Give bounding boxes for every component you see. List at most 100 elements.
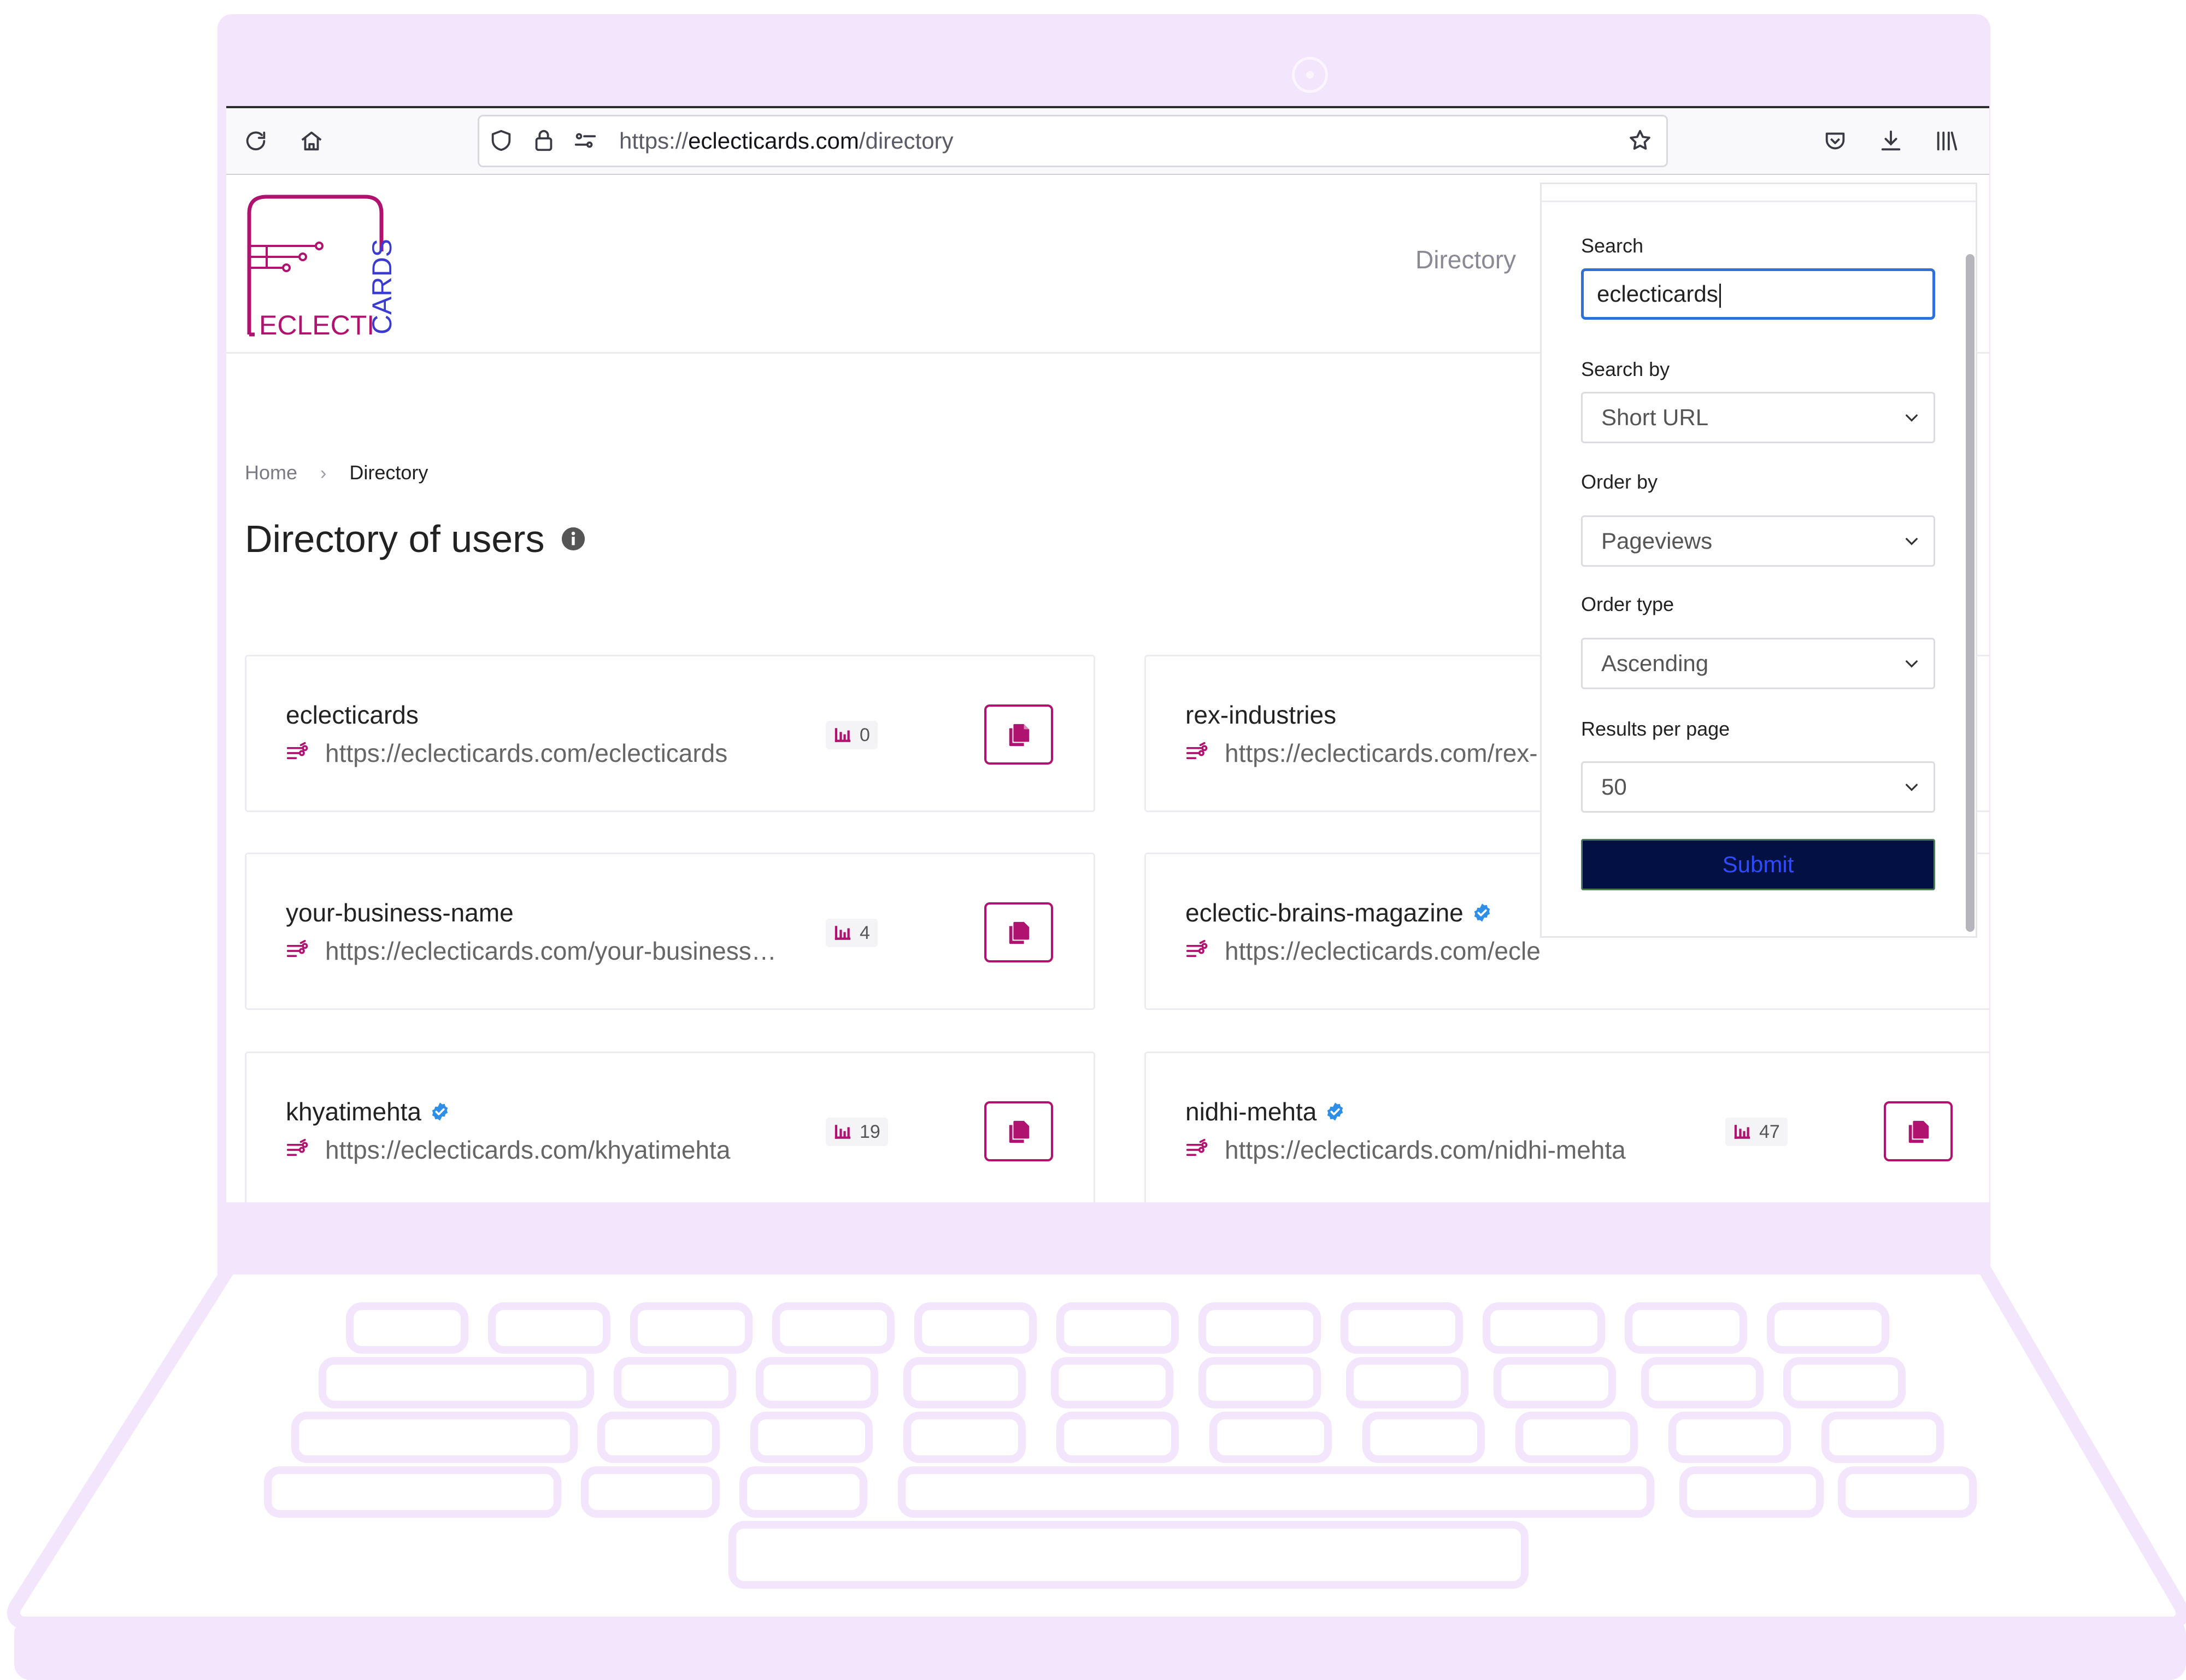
link-icon [1186,939,1208,957]
pageviews-badge: 4 [826,919,878,947]
panel-scrollbar[interactable] [1966,254,1975,932]
library-icon[interactable] [1930,125,1963,157]
chart-icon [835,926,851,940]
copy-icon [1009,1120,1030,1143]
permissions-icon[interactable] [569,124,602,157]
order-type-select[interactable]: Ascending [1581,638,1935,689]
search-by-label: Search by [1581,358,1670,380]
search-label: Search [1581,234,1644,257]
copy-button[interactable] [984,704,1053,765]
card-url-text: https://eclecticards.com/rex- [1225,739,1538,767]
order-by-value: Pageviews [1601,528,1713,554]
laptop-keyboard-base [7,1202,2186,1680]
search-input[interactable]: eclecticards [1581,268,1935,320]
bookmark-star-icon[interactable] [1624,124,1656,157]
copy-icon [1009,921,1030,944]
download-icon[interactable] [1874,125,1907,157]
card-username[interactable]: eclecticards [286,700,419,730]
card-username[interactable]: eclectic-brains-magazine [1185,898,1492,927]
chevron-right-icon: › [320,463,327,484]
copy-button[interactable] [984,902,1053,962]
logo-text-vertical: CARDS [367,239,397,334]
camera-icon [1292,57,1328,93]
breadcrumb: Home › Directory [245,461,428,484]
web-page: ECLECTI CARDS Directory Home › Directory… [226,175,1989,1213]
address-bar[interactable]: https://eclecticards.com/directory [478,115,1668,167]
card-url[interactable]: https://eclecticards.com/eclecticards [286,738,727,768]
copy-button[interactable] [984,1101,1053,1161]
pageviews-badge: 0 [826,721,878,749]
verified-badge-icon [432,1102,448,1121]
chart-icon [1734,1125,1750,1139]
order-by-label: Order by [1581,471,1658,493]
card-url[interactable]: https://eclecticards.com/khyatimehta [286,1135,730,1165]
chart-icon [835,728,851,742]
card-url[interactable]: https://eclecticards.com/nidhi-mehta [1185,1135,1626,1165]
submit-button[interactable]: Submit [1581,839,1935,890]
card-username[interactable]: khyatimehta [286,1097,450,1126]
pageviews-count: 0 [860,724,870,745]
card-url-text: https://eclecticards.com/nidhi-mehta [1225,1136,1626,1164]
card-url-text: https://eclecticards.com/eclecticards [325,739,728,767]
browser-window: https://eclecticards.com/directory ECLEC… [226,106,1989,1213]
order-by-select[interactable]: Pageviews [1581,515,1935,567]
search-by-value: Short URL [1601,404,1709,430]
verified-badge-icon [1474,903,1490,922]
link-icon [286,1138,308,1156]
link-icon [1186,742,1208,759]
card-username-text: eclecticards [286,701,419,729]
pageviews-count: 4 [860,922,870,943]
url-scheme: https:// [619,128,689,154]
chevron-down-icon [1906,660,1918,668]
order-type-value: Ascending [1601,650,1709,676]
card-username[interactable]: your-business-name [286,898,514,927]
user-card: nidhi-mehta https://eclecticards.com/nid… [1144,1052,1989,1209]
card-url[interactable]: https://eclecticards.com/rex- [1185,738,1538,768]
reload-icon[interactable] [239,125,272,157]
user-card: your-business-name https://eclecticards.… [245,853,1095,1010]
lock-icon[interactable] [527,124,560,157]
card-username-text: rex-industries [1185,701,1337,729]
page-title-text: Directory of users [245,518,545,560]
link-icon [286,742,308,759]
search-by-select[interactable]: Short URL [1581,392,1935,443]
results-per-page-label: Results per page [1581,718,1730,740]
link-icon [286,939,308,957]
user-card: eclecticards https://eclecticards.com/ec… [245,655,1095,812]
card-username[interactable]: rex-industries [1185,700,1336,730]
results-per-page-select[interactable]: 50 [1581,761,1935,813]
url-path: /directory [859,128,954,154]
pageviews-count: 19 [860,1121,880,1142]
card-url[interactable]: https://eclecticards.com/your-business… [286,936,777,966]
chevron-down-icon [1906,538,1918,545]
search-panel: Search eclecticards Search by Short URL … [1540,183,1977,938]
eclecticards-logo[interactable]: ECLECTI CARDS [245,191,398,340]
pageviews-badge: 19 [826,1118,888,1146]
nav-directory-link[interactable]: Directory [1415,245,1516,274]
pageviews-badge: 47 [1725,1118,1788,1146]
url-text[interactable]: https://eclecticards.com/directory [619,116,954,166]
card-username[interactable]: nidhi-mehta [1185,1097,1345,1126]
pageviews-count: 47 [1759,1121,1780,1142]
panel-divider [1542,201,1976,202]
link-icon [1186,1138,1208,1156]
copy-icon [1009,724,1030,747]
card-url[interactable]: https://eclecticards.com/ecle [1185,936,1541,966]
card-username-text: khyatimehta [286,1097,422,1126]
home-icon[interactable] [295,125,328,157]
user-card: khyatimehta https://eclecticards.com/khy… [245,1052,1095,1209]
chevron-down-icon [1906,414,1918,422]
card-url-text: https://eclecticards.com/your-business… [325,937,777,965]
card-username-text: eclectic-brains-magazine [1185,898,1464,927]
logo-text-left: ECLECTI [259,310,374,339]
breadcrumb-home[interactable]: Home [245,461,297,484]
results-per-page-value: 50 [1601,774,1627,800]
chart-icon [835,1125,851,1139]
copy-button[interactable] [1884,1101,1953,1161]
chevron-down-icon [1906,784,1918,791]
shield-icon[interactable] [485,124,518,157]
pocket-icon[interactable] [1819,125,1852,157]
info-icon[interactable] [561,526,586,551]
url-host: eclecticards.com [688,128,859,154]
card-username-text: your-business-name [286,898,514,927]
